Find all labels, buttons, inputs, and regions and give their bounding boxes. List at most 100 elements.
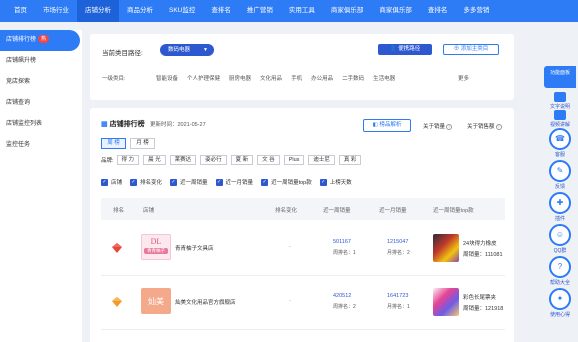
about-revenue-label: 关于销售额 xyxy=(467,124,495,130)
hot-badge: 热 xyxy=(38,35,50,44)
category-item[interactable]: 生活电器 xyxy=(373,74,395,82)
column-header-month-sales[interactable]: 近一月销量 xyxy=(379,206,407,214)
nav-marketing[interactable]: 推广营销 xyxy=(239,0,281,22)
sidebar-item-explore[interactable]: 竞店探索 xyxy=(0,72,82,93)
table-row[interactable]: DL 青青柚子 青青柚子文具店 - 501167 周排名：1 1215047 月… xyxy=(101,222,505,276)
category-item[interactable]: 手机 xyxy=(291,74,302,82)
product-thumbnail[interactable] xyxy=(433,234,459,262)
brand-label: 品牌: xyxy=(101,158,114,164)
rank-change: - xyxy=(289,244,291,250)
category-more-link[interactable]: 更多 xyxy=(458,74,469,82)
product-title[interactable]: 24块得力橡皮 xyxy=(463,239,497,247)
path-button-label: 便携路径 xyxy=(398,46,421,52)
customer-service-button[interactable]: ☎ 客服 xyxy=(549,128,571,158)
nav-ranking-2[interactable]: 查排名 xyxy=(420,0,456,22)
nav-tools[interactable]: 实用工具 xyxy=(281,0,323,22)
about-sales-link[interactable]: 关于销量? xyxy=(423,122,453,130)
brand-chip[interactable]: 真 彩 xyxy=(338,155,362,165)
column-header-week-sales[interactable]: 近一周销量 xyxy=(323,206,351,214)
help-center-button[interactable]: ? 帮助大全 xyxy=(549,256,571,286)
red-diamond-icon xyxy=(112,243,122,253)
analysis-button[interactable]: ◧ 榜品解析 xyxy=(363,119,411,132)
table-row[interactable]: 灿美 灿美文化用品官方旗舰店 - 420512 周排名：2 1641723 月排… xyxy=(101,276,505,330)
sidebar-item-monitor-task[interactable]: 监控任务 xyxy=(0,135,82,156)
category-select[interactable]: 数码电器 ▼ xyxy=(160,44,214,56)
text-guide-link[interactable]: 文字说明 xyxy=(546,92,574,110)
category-item[interactable]: 文化用品 xyxy=(260,74,282,82)
month-rank: 月排名：1 xyxy=(387,304,410,310)
column-header-rank: 排名 xyxy=(113,208,125,214)
check-icon: ✓ xyxy=(319,178,327,186)
brand-chip[interactable]: 莱赛达 xyxy=(169,155,197,165)
qq-group-button[interactable]: ☺ QQ群 xyxy=(549,224,571,254)
category-item[interactable]: 个人护理保健 xyxy=(187,74,220,82)
brand-chip[interactable]: 迪士尼 xyxy=(308,155,335,165)
function-panel-header: 功能面板 xyxy=(544,66,576,88)
filter-checkbox-days[interactable]: ✓ 上榜天数 xyxy=(319,178,352,186)
feedback-button[interactable]: ✎ 反馈 xyxy=(549,160,571,190)
brand-chip[interactable]: Plus xyxy=(283,155,305,165)
nav-duoduo[interactable]: 多多营销 xyxy=(455,0,497,22)
category-item[interactable]: 办公用品 xyxy=(311,74,333,82)
product-title[interactable]: 彩色长尾票夹 xyxy=(463,293,496,301)
filter-checkbox-shop[interactable]: ✓ 店铺 xyxy=(101,178,122,186)
chevron-down-icon: ▼ xyxy=(203,47,208,53)
filter-label: 上榜天数 xyxy=(329,180,352,186)
brand-chip[interactable]: 夏 新 xyxy=(230,155,254,165)
shop-name[interactable]: 灿美文化用品官方旗舰店 xyxy=(175,298,236,306)
product-thumbnail[interactable] xyxy=(433,288,459,316)
shop-name[interactable]: 青青柚子文具店 xyxy=(175,244,214,252)
nav-home[interactable]: 首页 xyxy=(6,0,35,22)
feedback-icon: ✎ xyxy=(549,160,571,182)
sidebar-item-rising[interactable]: 店铺飙升榜 xyxy=(0,51,82,72)
nav-product-analysis[interactable]: 商品分析 xyxy=(119,0,161,22)
tab-monthly[interactable]: 月 榜 xyxy=(130,138,155,149)
tab-weekly[interactable]: 周 榜 xyxy=(101,138,126,149)
lightbulb-icon: ✦ xyxy=(549,288,571,310)
about-revenue-link[interactable]: 关于销售额? xyxy=(467,122,502,130)
help-icon: ? xyxy=(495,124,502,130)
sidebar-item-shop-ranking[interactable]: 店铺排行榜热 xyxy=(0,30,80,51)
nav-merchant-club[interactable]: 商家俱乐部 xyxy=(323,0,372,22)
check-icon: ✓ xyxy=(101,178,108,186)
week-sales: 420512 xyxy=(333,293,352,299)
filter-checkbox-month-sales[interactable]: ✓ 近一月销量 xyxy=(215,178,253,186)
check-icon: ✓ xyxy=(170,178,178,186)
sidebar-item-monitor-list[interactable]: 店铺监控列表 xyxy=(0,114,82,135)
brand-chip[interactable]: 姿必行 xyxy=(200,155,227,165)
column-header-rank-change[interactable]: 排名变化 xyxy=(275,206,297,214)
shop-icon: ▦ xyxy=(101,121,108,128)
filter-checkbox-top-product[interactable]: ✓ 近一周销量top款 xyxy=(261,178,312,186)
nav-sku-monitor[interactable]: SKU监控 xyxy=(161,0,203,22)
experience-label: 使用心得 xyxy=(549,312,570,318)
product-sales: 周销量：111081 xyxy=(463,252,503,258)
nav-ranking[interactable]: 查排名 xyxy=(203,0,239,22)
video-guide-link[interactable]: 视频讲解 xyxy=(546,110,574,128)
column-header-top-product: 近一周销量top款 xyxy=(433,208,474,214)
brand-chip[interactable]: 文 谷 xyxy=(257,155,280,165)
filter-checkbox-rank-change[interactable]: ✓ 排名变化 xyxy=(130,178,162,186)
nav-shop-analysis[interactable]: 店铺分析 xyxy=(77,0,119,22)
add-category-button[interactable]: ⊕ 添加主类目 xyxy=(443,44,499,55)
week-sales: 501167 xyxy=(333,239,351,245)
analysis-icon: ◧ xyxy=(372,122,378,128)
path-button[interactable]: 👤 便携路径 xyxy=(378,44,432,55)
experience-button[interactable]: ✦ 使用心得 xyxy=(549,288,571,318)
panel-title-text: 店铺排行榜 xyxy=(109,121,145,128)
add-category-label: 添加主类目 xyxy=(460,46,489,52)
qq-icon: ☺ xyxy=(549,224,571,246)
plugin-button[interactable]: ✚ 插件 xyxy=(549,192,571,222)
nav-market[interactable]: 市场行业 xyxy=(35,0,77,22)
category-item[interactable]: 智能设备 xyxy=(156,74,178,82)
filter-checkbox-week-sales[interactable]: ✓ 近一周销量 xyxy=(170,178,208,186)
shop-logo: DL 青青柚子 xyxy=(141,234,171,260)
logo-bottom-text: 青青柚子 xyxy=(144,248,168,254)
ranking-panel: ▦ 店铺排行榜 更新时间：2021-05-27 ◧ 榜品解析 关于销量? 关于销… xyxy=(90,108,514,342)
sidebar-item-query[interactable]: 店铺查询 xyxy=(0,93,82,114)
brand-chip[interactable]: 得 力 xyxy=(116,155,140,165)
category-item[interactable]: 二手数码 xyxy=(342,74,364,82)
customer-service-label: 客服 xyxy=(554,152,565,158)
category-item[interactable]: 厨房电器 xyxy=(229,74,251,82)
nav-merchant-club-2[interactable]: 商家俱乐部 xyxy=(371,0,420,22)
brand-chip[interactable]: 晨 光 xyxy=(143,155,166,165)
